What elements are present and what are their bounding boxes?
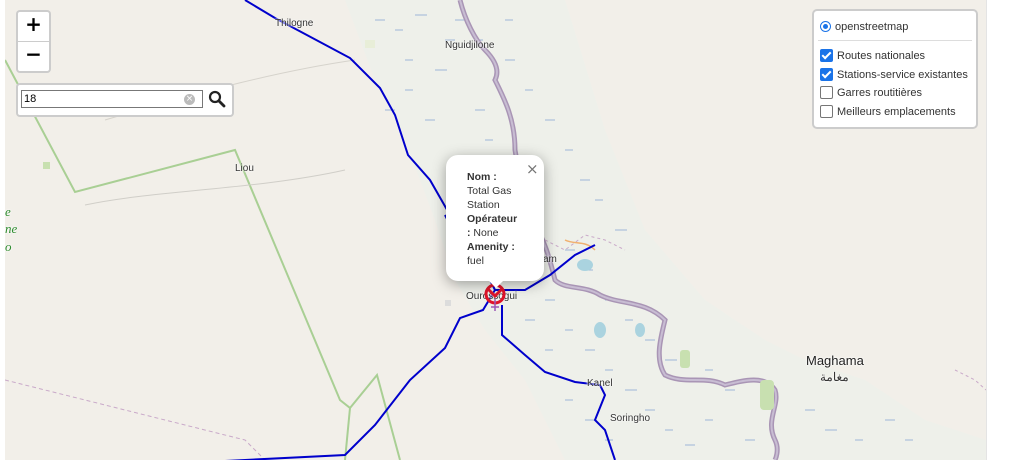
search-icon[interactable] xyxy=(208,90,226,108)
popup-amenity-key: Amenity : xyxy=(467,241,515,253)
checkbox-unchecked-icon[interactable] xyxy=(820,105,833,118)
popup-tip xyxy=(488,280,504,288)
edge-label-3: o xyxy=(5,239,12,254)
zoom-in-button[interactable]: + xyxy=(18,12,49,41)
popup-nom-key: Nom : xyxy=(467,171,497,183)
search-control: × xyxy=(16,83,234,117)
place-maghama-arabic: مغامة xyxy=(820,370,849,384)
place-kanel: Kanel xyxy=(587,378,613,389)
overlay-meilleurs-emplacements[interactable]: Meilleurs emplacements xyxy=(820,104,956,120)
place-soringho: Soringho xyxy=(610,413,651,424)
overlay-stations-service[interactable]: Stations-service existantes xyxy=(820,67,968,83)
popup-nom-value: Total Gas Station xyxy=(467,185,512,211)
close-icon[interactable]: × xyxy=(526,160,539,178)
zoom-out-button[interactable]: − xyxy=(18,41,49,71)
station-popup: × Nom : Total Gas Station Opérateur : No… xyxy=(446,155,544,281)
popup-amenity-value: fuel xyxy=(467,255,484,267)
checkbox-checked-icon[interactable] xyxy=(820,68,833,81)
place-partial-am: am xyxy=(543,254,557,265)
overlay-label: Meilleurs emplacements xyxy=(837,106,956,118)
popup-operateur-value: None xyxy=(473,227,499,239)
popup-operateur-sep: : xyxy=(467,227,471,239)
overlay-label: Routes nationales xyxy=(837,50,926,62)
popup-content: Nom : Total Gas Station Opérateur : None… xyxy=(467,170,527,268)
place-maghama: Maghama xyxy=(806,353,864,368)
search-input[interactable] xyxy=(21,90,203,108)
place-thilogne: Thilogne xyxy=(275,18,314,29)
base-layer-openstreetmap[interactable]: openstreetmap xyxy=(820,19,908,35)
checkbox-checked-icon[interactable] xyxy=(820,49,833,62)
layers-separator xyxy=(818,40,972,41)
place-liou: Liou xyxy=(235,163,254,174)
overlay-garres-routitieres[interactable]: Garres routitières xyxy=(820,85,922,101)
overlay-label: Garres routitières xyxy=(837,87,922,99)
base-layer-label: openstreetmap xyxy=(835,21,909,33)
zoom-control: + − xyxy=(16,10,51,73)
edge-label-1: e xyxy=(5,204,11,219)
edge-label-2: ne xyxy=(5,221,18,236)
clear-icon[interactable]: × xyxy=(184,94,195,105)
overlay-label: Stations-service existantes xyxy=(837,69,968,81)
place-nguidjilone: Nguidjilone xyxy=(445,40,495,51)
popup-operateur-key: Opérateur xyxy=(467,213,518,225)
radio-icon[interactable] xyxy=(820,21,831,32)
checkbox-unchecked-icon[interactable] xyxy=(820,86,833,99)
overlay-routes-nationales[interactable]: Routes nationales xyxy=(820,48,925,64)
page-right-margin xyxy=(986,0,1017,460)
layers-control: openstreetmap Routes nationales Stations… xyxy=(812,9,978,129)
